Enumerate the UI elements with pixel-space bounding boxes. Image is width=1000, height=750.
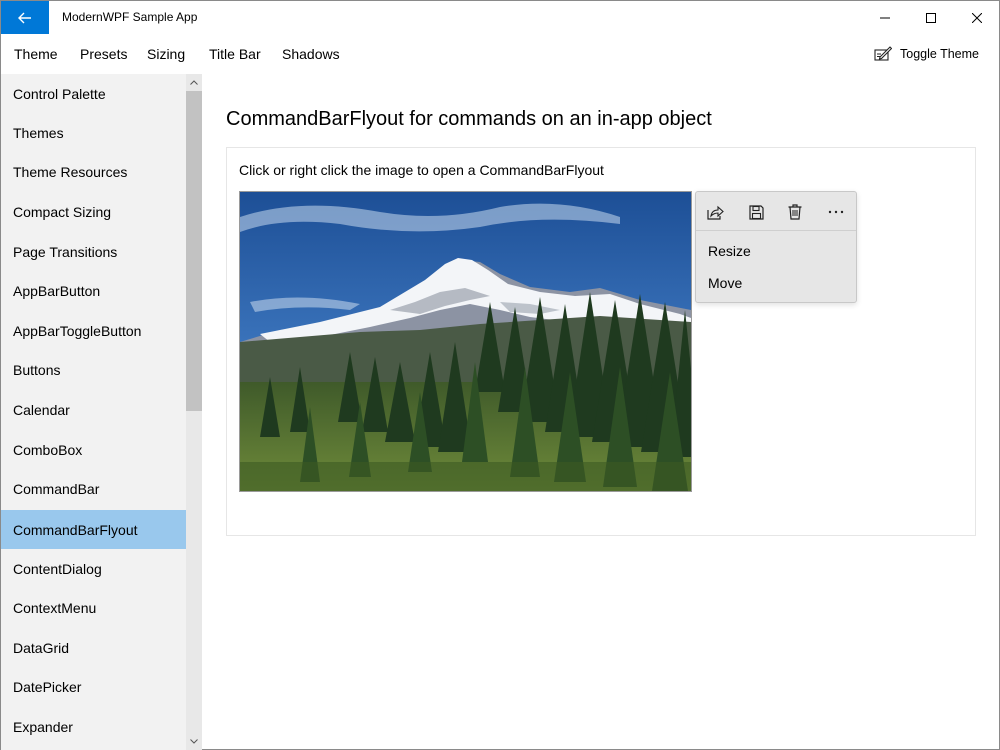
menu-sizing[interactable]: Sizing (147, 46, 185, 62)
minimize-button[interactable] (862, 1, 908, 34)
nav-item-datepicker[interactable]: DatePicker (1, 667, 186, 706)
nav-sidebar: Control Palette Themes Theme Resources C… (1, 74, 202, 750)
nav-item-commandbar[interactable]: CommandBar (1, 469, 186, 508)
minimize-icon (880, 17, 890, 18)
scroll-up-button[interactable] (186, 74, 202, 91)
flyout-item-resize[interactable]: Resize (708, 243, 751, 259)
more-icon (828, 210, 844, 214)
toggle-theme-button[interactable]: Toggle Theme (874, 44, 979, 64)
delete-button[interactable] (783, 200, 807, 224)
back-button[interactable] (1, 1, 49, 34)
nav-item-expander[interactable]: Expander (1, 707, 186, 746)
title-bar: ModernWPF Sample App (1, 1, 999, 34)
delete-icon (788, 204, 802, 220)
toggle-theme-label: Toggle Theme (900, 47, 979, 61)
command-bar-flyout: Resize Move (695, 191, 857, 303)
menu-theme[interactable]: Theme (14, 46, 58, 62)
chevron-up-icon (190, 80, 198, 85)
nav-item-contentdialog[interactable]: ContentDialog (1, 549, 186, 588)
save-button[interactable] (744, 200, 768, 224)
scroll-down-button[interactable] (186, 733, 202, 750)
save-icon (748, 204, 764, 220)
sidebar-scrollbar[interactable] (186, 74, 202, 750)
nav-item-compact-sizing[interactable]: Compact Sizing (1, 192, 186, 231)
flyout-separator (696, 230, 856, 231)
back-arrow-icon (18, 12, 31, 23)
nav-item-buttons[interactable]: Buttons (1, 350, 186, 389)
nav-item-themes[interactable]: Themes (1, 113, 186, 152)
flyout-item-move[interactable]: Move (708, 275, 742, 291)
share-icon (706, 205, 724, 220)
nav-item-appbartogglebutton[interactable]: AppBarToggleButton (1, 311, 186, 350)
nav-item-calendar[interactable]: Calendar (1, 390, 186, 429)
more-button[interactable] (824, 200, 848, 224)
nav-item-appbarbutton[interactable]: AppBarButton (1, 271, 186, 310)
nav-item-control-palette[interactable]: Control Palette (1, 74, 186, 113)
menu-title-bar[interactable]: Title Bar (209, 46, 261, 62)
maximize-icon (926, 12, 936, 23)
example-caption: Click or right click the image to open a… (239, 162, 604, 178)
mountain-landscape-image (240, 192, 691, 491)
share-button[interactable] (703, 200, 727, 224)
flyout-primary-commands (696, 192, 856, 231)
menu-presets[interactable]: Presets (80, 46, 127, 62)
menu-bar: Theme Presets Sizing Title Bar Shadows T… (1, 34, 999, 74)
example-panel: Click or right click the image to open a… (226, 147, 976, 536)
nav-item-combobox[interactable]: ComboBox (1, 430, 186, 469)
nav-item-contextmenu[interactable]: ContextMenu (1, 588, 186, 627)
close-button[interactable] (954, 1, 1000, 34)
app-window: ModernWPF Sample App Theme Presets Sizin… (0, 0, 1000, 750)
chevron-down-icon (190, 739, 198, 744)
mountain-photo[interactable] (239, 191, 692, 492)
app-title: ModernWPF Sample App (62, 10, 198, 24)
maximize-button[interactable] (908, 1, 954, 34)
scroll-thumb[interactable] (186, 91, 202, 411)
nav-item-datagrid[interactable]: DataGrid (1, 628, 186, 667)
page-title: CommandBarFlyout for commands on an in-a… (226, 108, 712, 130)
nav-item-page-transitions[interactable]: Page Transitions (1, 232, 186, 271)
nav-item-commandbarflyout[interactable]: CommandBarFlyout (1, 510, 186, 549)
edit-theme-icon (874, 46, 892, 61)
menu-shadows[interactable]: Shadows (282, 46, 340, 62)
close-icon (972, 12, 982, 23)
nav-item-theme-resources[interactable]: Theme Resources (1, 152, 186, 191)
